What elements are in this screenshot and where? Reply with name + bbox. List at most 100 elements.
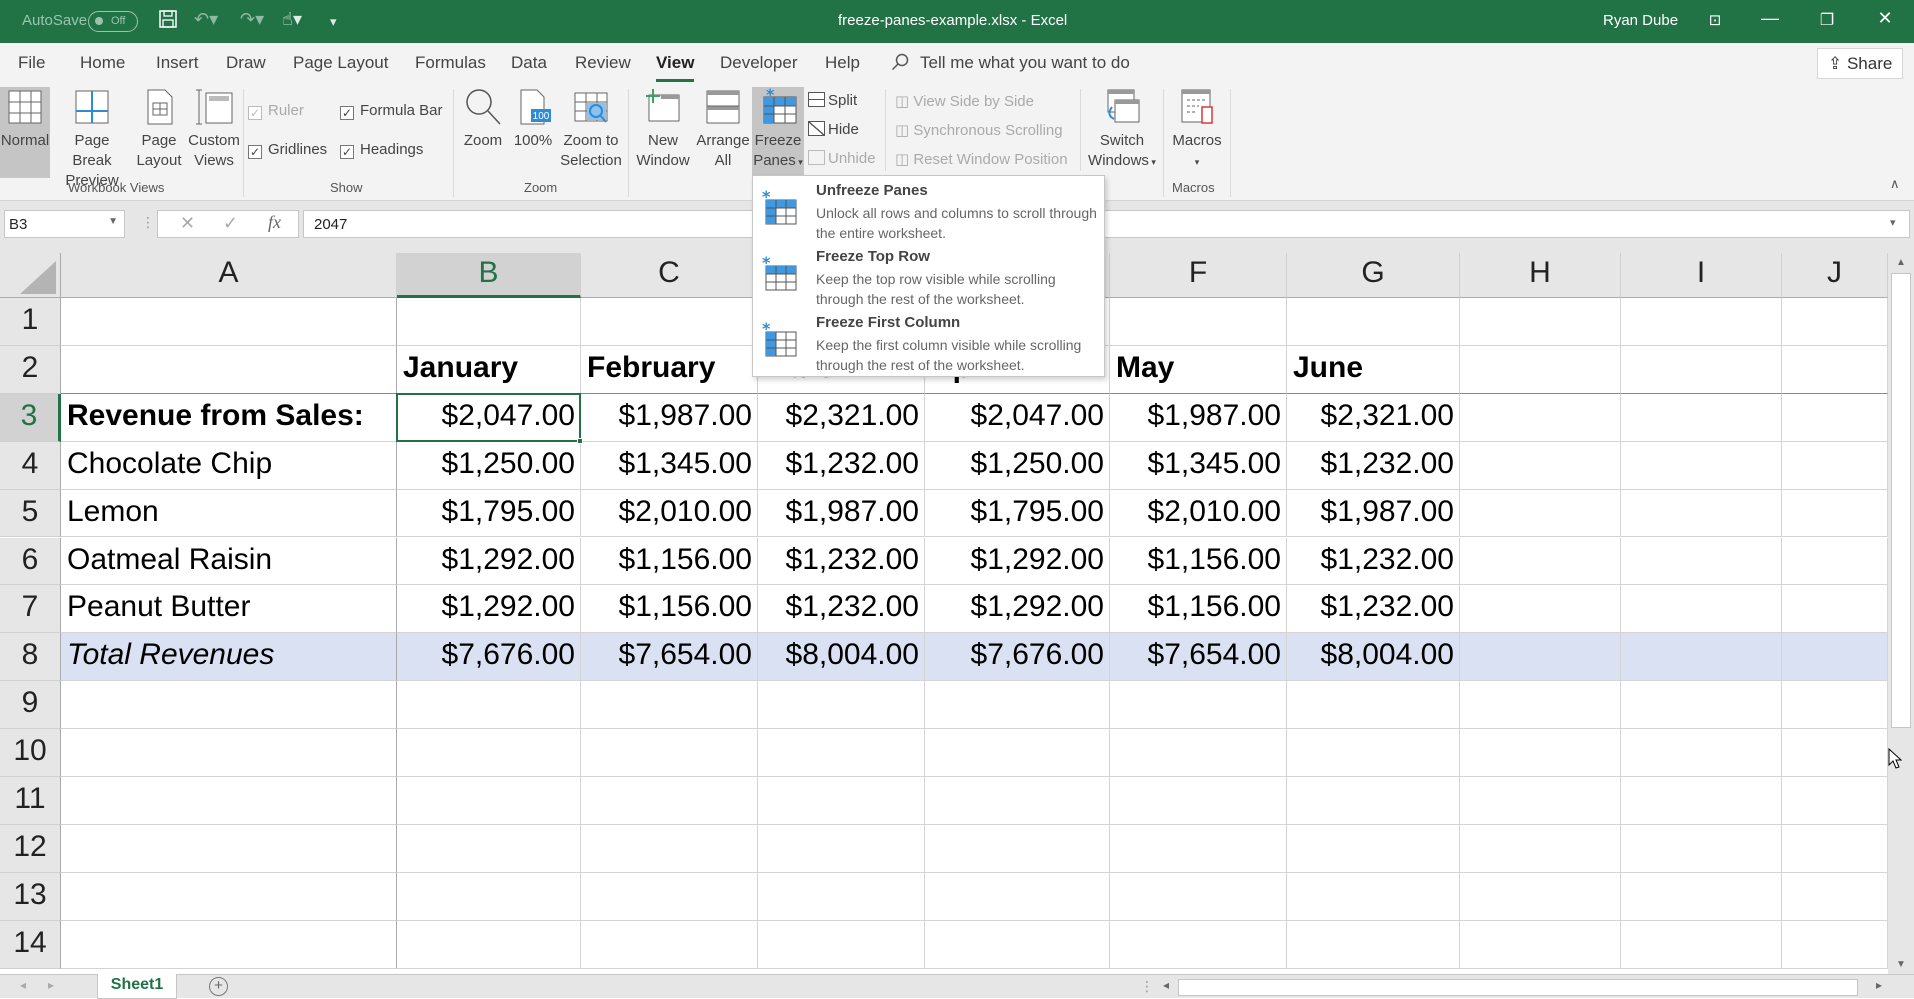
enter-icon[interactable]: ✓ (223, 213, 238, 234)
column-header-h[interactable]: H (1460, 253, 1621, 298)
cell-h13[interactable] (1460, 872, 1621, 921)
tab-page-layout[interactable]: Page Layout (293, 53, 388, 73)
cell-c10[interactable] (581, 729, 758, 777)
cell-i8[interactable] (1621, 633, 1782, 682)
cell-a14[interactable] (61, 920, 397, 969)
add-sheet-button[interactable]: + (209, 977, 228, 996)
cell-g8[interactable]: $8,004.00 (1287, 633, 1460, 682)
cell-j3[interactable] (1782, 393, 1888, 442)
cell-c8[interactable]: $7,654.00 (581, 633, 758, 682)
cell-j6[interactable] (1782, 537, 1888, 586)
cell-h6[interactable] (1460, 537, 1621, 586)
cell-f10[interactable] (1110, 729, 1287, 777)
cell-j9[interactable] (1782, 681, 1888, 730)
zoom-100-button[interactable]: 100 100% (510, 87, 556, 151)
row-header-11[interactable]: 11 (0, 777, 61, 825)
cell-c6[interactable]: $1,156.00 (581, 537, 758, 586)
cell-h1[interactable] (1460, 298, 1621, 346)
cell-a12[interactable] (61, 824, 397, 873)
tab-file[interactable]: File (18, 53, 45, 73)
autosave-toggle[interactable]: Off (88, 11, 138, 32)
cell-f9[interactable] (1110, 681, 1287, 730)
reset-window-position-button[interactable]: ◫ Reset Window Position (895, 150, 1068, 168)
touch-mode-icon[interactable]: ☝▾ (282, 9, 302, 30)
cell-c5[interactable]: $2,010.00 (581, 489, 758, 538)
scroll-up-icon[interactable]: ▲ (1888, 257, 1914, 268)
row-header-14[interactable]: 14 (0, 920, 61, 969)
cell-e4[interactable]: $1,250.00 (925, 441, 1110, 490)
cell-d14[interactable] (758, 920, 925, 969)
row-header-9[interactable]: 9 (0, 681, 61, 730)
cell-b5[interactable]: $1,795.00 (397, 489, 581, 538)
cell-i11[interactable] (1621, 777, 1782, 825)
cell-a10[interactable] (61, 729, 397, 777)
cell-j1[interactable] (1782, 298, 1888, 346)
cell-a11[interactable] (61, 777, 397, 825)
new-window-button[interactable]: New Window (632, 87, 694, 171)
tab-insert[interactable]: Insert (156, 53, 199, 73)
fill-handle[interactable] (577, 437, 583, 444)
expand-formula-bar-icon[interactable]: ▾ (1890, 216, 1896, 229)
cell-h12[interactable] (1460, 824, 1621, 873)
freeze-panes-button[interactable]: * Freeze Panes ▾ (752, 87, 804, 178)
drag-handle-icon[interactable]: ⋮ (141, 214, 155, 231)
tab-help[interactable]: Help (825, 53, 860, 73)
cell-f4[interactable]: $1,345.00 (1110, 441, 1287, 490)
row-header-8[interactable]: 8 (0, 633, 61, 682)
cell-h14[interactable] (1460, 920, 1621, 969)
cell-b6[interactable]: $1,292.00 (397, 537, 581, 586)
cell-e7[interactable]: $1,292.00 (925, 585, 1110, 634)
prev-sheet-icon[interactable]: ◂ (20, 978, 26, 992)
cell-h7[interactable] (1460, 585, 1621, 634)
cell-d4[interactable]: $1,232.00 (758, 441, 925, 490)
unhide-button[interactable]: Unhide (808, 150, 876, 167)
cell-e13[interactable] (925, 872, 1110, 921)
cell-c13[interactable] (581, 872, 758, 921)
split-button[interactable]: Split (808, 92, 857, 109)
ruler-checkbox[interactable]: ✓ Ruler (248, 102, 304, 120)
cell-j5[interactable] (1782, 489, 1888, 538)
cell-j12[interactable] (1782, 824, 1888, 873)
cell-f8[interactable]: $7,654.00 (1110, 633, 1287, 682)
cell-e6[interactable]: $1,292.00 (925, 537, 1110, 586)
cell-d5[interactable]: $1,987.00 (758, 489, 925, 538)
cell-b14[interactable] (397, 920, 581, 969)
tab-developer[interactable]: Developer (720, 53, 798, 73)
switch-windows-button[interactable]: Switch Windows ▾ (1084, 87, 1160, 172)
column-header-a[interactable]: A (61, 253, 397, 298)
cell-f3[interactable]: $1,987.00 (1110, 393, 1287, 442)
cell-i4[interactable] (1621, 441, 1782, 490)
cell-j11[interactable] (1782, 777, 1888, 825)
column-header-g[interactable]: G (1287, 253, 1460, 298)
cell-g1[interactable] (1287, 298, 1460, 346)
horizontal-scroll-thumb[interactable] (1178, 979, 1858, 996)
cell-e3[interactable]: $2,047.00 (925, 393, 1110, 442)
vertical-scrollbar[interactable]: ▲ ▼ (1888, 253, 1914, 974)
cell-b1[interactable] (397, 298, 581, 346)
cell-h3[interactable] (1460, 393, 1621, 442)
cell-g5[interactable]: $1,987.00 (1287, 489, 1460, 538)
macros-button[interactable]: Macros ▾ (1168, 87, 1226, 172)
formula-input[interactable]: 2047 (303, 210, 1910, 238)
insert-function-icon[interactable]: fx (268, 212, 281, 233)
sheet-tab-sheet1[interactable]: Sheet1 (97, 974, 177, 999)
cell-a7[interactable]: Peanut Butter (61, 585, 397, 634)
cell-g6[interactable]: $1,232.00 (1287, 537, 1460, 586)
cell-h5[interactable] (1460, 489, 1621, 538)
cell-j2[interactable] (1782, 345, 1888, 394)
tab-formulas[interactable]: Formulas (415, 53, 486, 73)
cell-c4[interactable]: $1,345.00 (581, 441, 758, 490)
cell-c12[interactable] (581, 824, 758, 873)
next-sheet-icon[interactable]: ▸ (48, 978, 54, 992)
cell-c9[interactable] (581, 681, 758, 730)
scroll-down-icon[interactable]: ▼ (1888, 959, 1914, 970)
row-header-5[interactable]: 5 (0, 489, 61, 538)
cell-c1[interactable] (581, 298, 758, 346)
cell-e9[interactable] (925, 681, 1110, 730)
cell-e11[interactable] (925, 777, 1110, 825)
cell-b2[interactable]: January (397, 345, 581, 394)
headings-checkbox[interactable]: ✓ Headings (340, 141, 423, 159)
tab-review[interactable]: Review (575, 53, 631, 73)
row-header-10[interactable]: 10 (0, 729, 61, 777)
cell-g14[interactable] (1287, 920, 1460, 969)
